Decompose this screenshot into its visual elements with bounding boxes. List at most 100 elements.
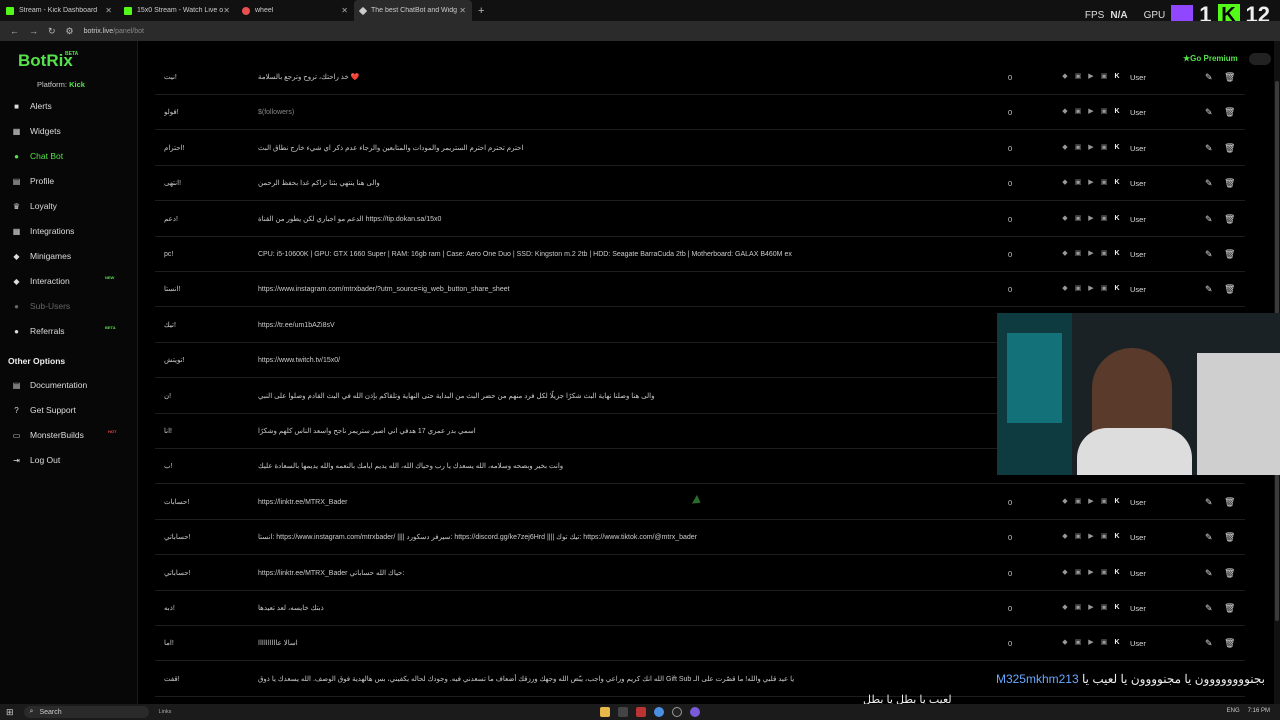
edit-icon[interactable]: ✎ [1205, 214, 1213, 225]
twitch-icon[interactable]: ◆ [1061, 498, 1069, 506]
trash-icon[interactable]: 🗑 [1224, 72, 1235, 83]
trash-icon[interactable]: 🗑 [1224, 532, 1235, 543]
kick-icon[interactable]: K [1113, 179, 1121, 187]
avatar[interactable] [1249, 53, 1271, 65]
youtube-icon[interactable]: ▶ [1087, 604, 1095, 612]
youtube-icon[interactable]: ▶ [1087, 73, 1095, 81]
edit-icon[interactable]: ✎ [1205, 107, 1213, 118]
trash-icon[interactable]: 🗑 [1224, 143, 1235, 154]
edit-icon[interactable]: ✎ [1205, 143, 1213, 154]
twitch-icon[interactable]: ◆ [1061, 569, 1069, 577]
clock[interactable]: 7:16 PM [1248, 708, 1270, 714]
trovo-icon[interactable]: ▣ [1100, 498, 1108, 506]
kick-icon[interactable]: K [1113, 215, 1121, 223]
chat-icon[interactable]: ▣ [1074, 144, 1082, 152]
sidebar-item-chat-bot[interactable]: ● Chat Bot [12, 151, 63, 161]
sidebar-item-alerts[interactable]: ■ Alerts [12, 101, 52, 111]
twitch-icon[interactable]: ◆ [1061, 604, 1069, 612]
youtube-icon[interactable]: ▶ [1087, 215, 1095, 223]
sidebar-item-monsterbuilds[interactable]: ▭ MonsterBuilds [12, 430, 84, 440]
sidebar-item-profile[interactable]: ▤ Profile [12, 176, 54, 186]
edit-icon[interactable]: ✎ [1205, 532, 1213, 543]
chat-icon[interactable]: ▣ [1074, 285, 1082, 293]
edit-icon[interactable]: ✎ [1205, 178, 1213, 189]
discord-icon[interactable] [690, 707, 700, 717]
browser-tab[interactable]: wheel ✕ [236, 0, 354, 21]
youtube-icon[interactable]: ▶ [1087, 533, 1095, 541]
sidebar-item-interaction[interactable]: ◆ Interaction [12, 276, 69, 286]
trovo-icon[interactable]: ▣ [1100, 604, 1108, 612]
sidebar-item-documentation[interactable]: ▤ Documentation [12, 380, 87, 390]
trash-icon[interactable]: 🗑 [1224, 568, 1235, 579]
twitch-icon[interactable]: ◆ [1061, 639, 1069, 647]
url-field[interactable]: botrix.live/panel/bot [84, 28, 144, 35]
trash-icon[interactable]: 🗑 [1224, 638, 1235, 649]
chrome-icon[interactable] [654, 707, 664, 717]
sidebar-item-integrations[interactable]: ▦ Integrations [12, 226, 75, 236]
trash-icon[interactable]: 🗑 [1224, 214, 1235, 225]
trovo-icon[interactable]: ▣ [1100, 569, 1108, 577]
language-indicator[interactable]: ENG [1227, 708, 1240, 714]
kick-icon[interactable]: K [1113, 498, 1121, 506]
trash-icon[interactable]: 🗑 [1224, 178, 1235, 189]
sidebar-item-support[interactable]: ? Get Support [12, 405, 76, 415]
chat-icon[interactable]: ▣ [1074, 604, 1082, 612]
trash-icon[interactable]: 🗑 [1224, 497, 1235, 508]
chat-icon[interactable]: ▣ [1074, 73, 1082, 81]
sidebar-item-sub-users[interactable]: ● Sub-Users [12, 301, 70, 311]
chat-icon[interactable]: ▣ [1074, 179, 1082, 187]
edit-icon[interactable]: ✎ [1205, 568, 1213, 579]
kick-icon[interactable]: K [1113, 250, 1121, 258]
sidebar-item-widgets[interactable]: ▦ Widgets [12, 126, 61, 136]
kick-icon[interactable]: K [1113, 639, 1121, 647]
site-info-icon[interactable]: ⚙ [66, 26, 74, 37]
taskbar-search[interactable]: ⌕ Search [23, 706, 149, 718]
chat-icon[interactable]: ▣ [1074, 108, 1082, 116]
edit-icon[interactable]: ✎ [1205, 603, 1213, 614]
trovo-icon[interactable]: ▣ [1100, 215, 1108, 223]
sidebar-item-logout[interactable]: ⇥ Log Out [12, 455, 60, 465]
close-icon[interactable]: ✕ [105, 6, 112, 15]
kick-icon[interactable]: K [1113, 533, 1121, 541]
youtube-icon[interactable]: ▶ [1087, 108, 1095, 116]
folder-icon[interactable] [600, 707, 610, 717]
youtube-icon[interactable]: ▶ [1087, 569, 1095, 577]
trovo-icon[interactable]: ▣ [1100, 250, 1108, 258]
twitch-icon[interactable]: ◆ [1061, 179, 1069, 187]
youtube-icon[interactable]: ▶ [1087, 179, 1095, 187]
trash-icon[interactable]: 🗑 [1224, 284, 1235, 295]
edit-icon[interactable]: ✎ [1205, 249, 1213, 260]
trash-icon[interactable]: 🗑 [1224, 107, 1235, 118]
kick-icon[interactable]: K [1113, 285, 1121, 293]
twitch-icon[interactable]: ◆ [1061, 215, 1069, 223]
trash-icon[interactable]: 🗑 [1224, 603, 1235, 614]
youtube-icon[interactable]: ▶ [1087, 144, 1095, 152]
browser-tab[interactable]: Stream - Kick Dashboard ✕ [0, 0, 118, 21]
trovo-icon[interactable]: ▣ [1100, 285, 1108, 293]
youtube-icon[interactable]: ▶ [1087, 250, 1095, 258]
trovo-icon[interactable]: ▣ [1100, 639, 1108, 647]
trovo-icon[interactable]: ▣ [1100, 179, 1108, 187]
edit-icon[interactable]: ✎ [1205, 72, 1213, 83]
youtube-icon[interactable]: ▶ [1087, 639, 1095, 647]
kick-icon[interactable]: K [1113, 73, 1121, 81]
close-icon[interactable]: ✕ [223, 6, 230, 15]
go-premium-button[interactable]: ★Go Premium [1183, 54, 1238, 63]
sidebar-item-referrals[interactable]: ● Referrals [12, 326, 64, 336]
sidebar-item-loyalty[interactable]: ♛ Loyalty [12, 201, 57, 211]
back-icon[interactable]: ← [10, 26, 19, 36]
browser-tab[interactable]: 15x0 Stream - Watch Live on K ✕ [118, 0, 236, 21]
twitch-icon[interactable]: ◆ [1061, 285, 1069, 293]
obs-icon[interactable] [672, 707, 682, 717]
edit-icon[interactable]: ✎ [1205, 497, 1213, 508]
twitch-icon[interactable]: ◆ [1061, 144, 1069, 152]
chat-icon[interactable]: ▣ [1074, 569, 1082, 577]
chat-icon[interactable]: ▣ [1074, 215, 1082, 223]
trash-icon[interactable]: 🗑 [1224, 249, 1235, 260]
twitch-icon[interactable]: ◆ [1061, 250, 1069, 258]
chat-icon[interactable]: ▣ [1074, 498, 1082, 506]
store-icon[interactable] [618, 707, 628, 717]
youtube-icon[interactable]: ▶ [1087, 498, 1095, 506]
youtube-icon[interactable]: ▶ [1087, 285, 1095, 293]
twitch-icon[interactable]: ◆ [1061, 108, 1069, 116]
